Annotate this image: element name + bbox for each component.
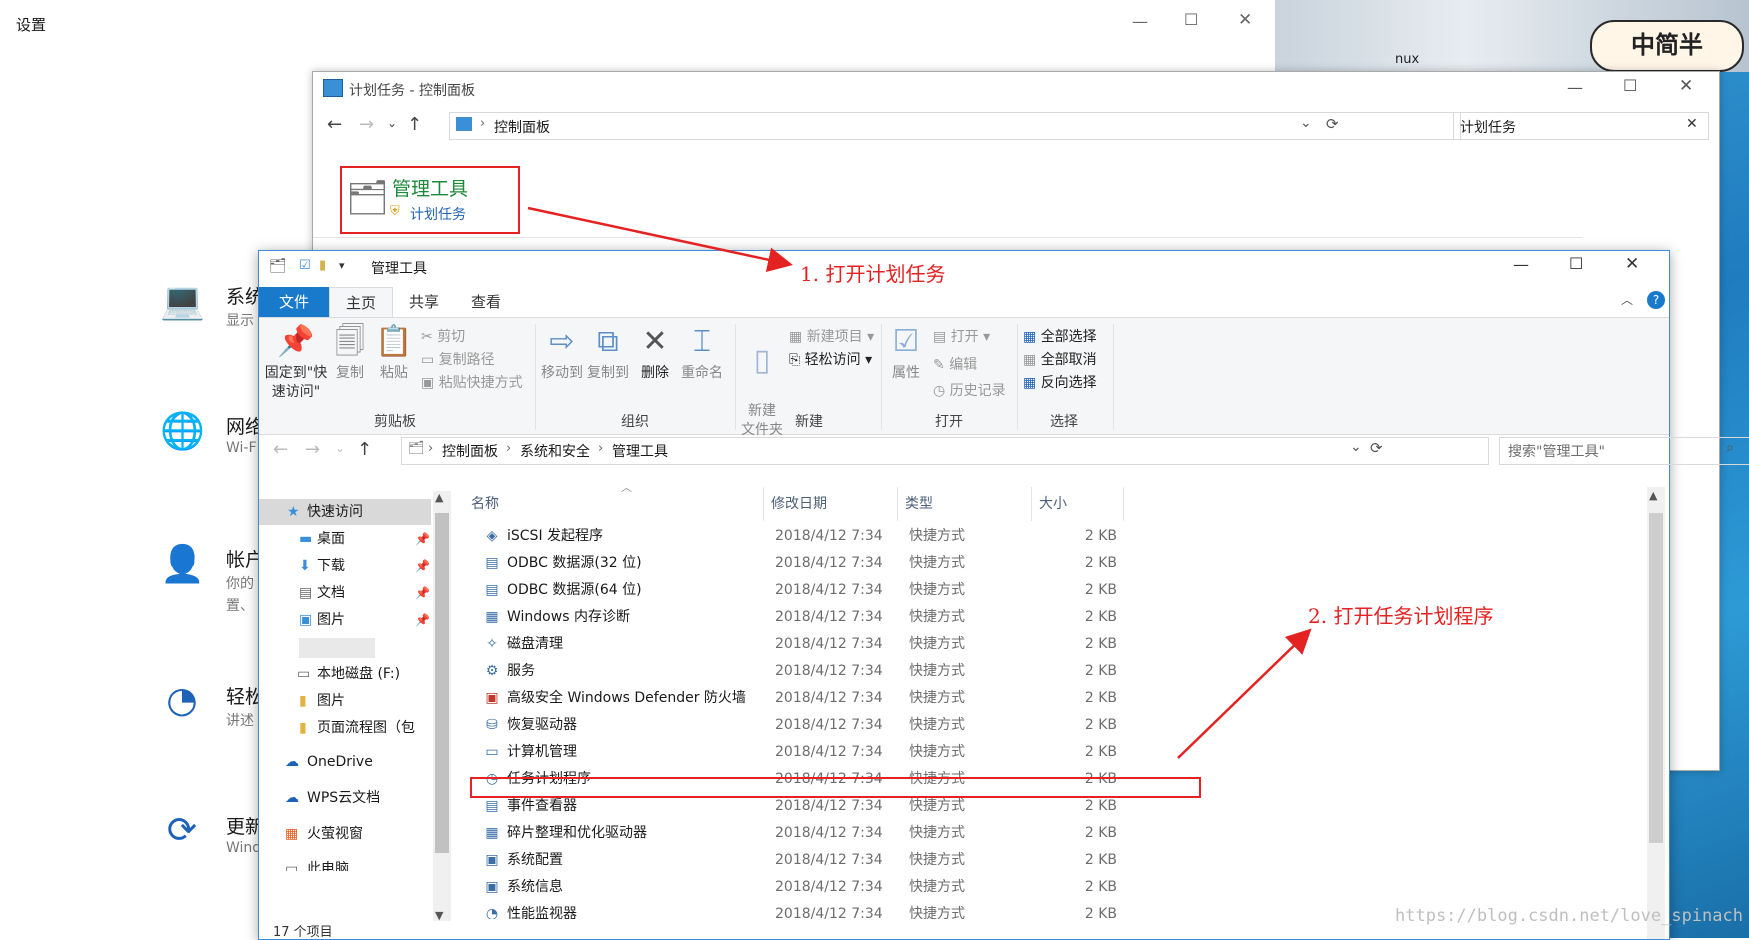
annotation-arrows (527, 206, 1312, 759)
watermark: https://blog.csdn.net/love_spinach (1395, 906, 1743, 926)
arrow-step1 (527, 206, 793, 273)
arrow-step2 (1177, 628, 1312, 759)
annotation-step1: 1. 打开计划任务 (800, 262, 946, 286)
annotation-step2: 2. 打开任务计划程序 (1308, 604, 1494, 628)
